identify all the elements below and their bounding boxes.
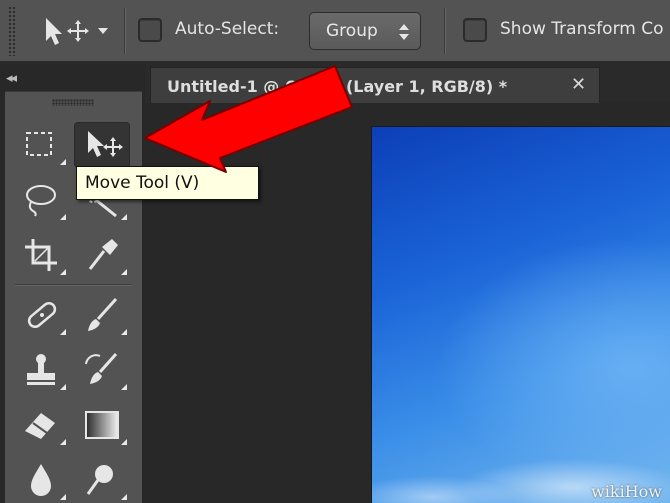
document-tab-title: Untitled-1 @ 66.7% (Layer 1, RGB/8) * [167,77,508,96]
tools-column: ◂◂ [0,63,146,503]
move-tool-icon [46,18,108,45]
move-tool-icon [88,131,123,157]
options-bar-grip[interactable] [8,6,16,56]
tool-group-indicator [60,214,66,220]
collapse-panel-icon[interactable]: ◂◂ [6,71,17,86]
tool-move[interactable] [74,122,130,168]
tool-eyedropper[interactable] [74,232,130,278]
updown-chevron-icon [399,24,409,40]
options-separator [124,8,125,54]
history-brush-icon [85,353,118,384]
healing-brush-icon [27,301,57,329]
show-transform-checkbox[interactable] [463,18,487,42]
tool-rect-marquee[interactable] [13,122,69,168]
eyedropper-icon [88,239,118,270]
tool-group-indicator [60,269,66,275]
tool-history-brush[interactable] [74,347,130,393]
tool-blur[interactable] [13,457,69,503]
eraser-icon [25,413,55,439]
tool-eraser[interactable] [13,402,69,448]
tool-group-indicator [60,329,66,335]
tool-group-indicator [121,214,127,220]
close-icon[interactable]: ✕ [571,74,586,95]
blur-icon [31,464,51,496]
tool-clone-stamp[interactable] [13,347,69,393]
document-tab-bar: Untitled-1 @ 66.7% (Layer 1, RGB/8) * ✕ [146,63,670,103]
options-bar: Auto-Select: Group Show Transform Co [0,0,670,62]
rect-marquee-icon [26,132,52,156]
tool-healing-brush[interactable] [13,292,69,338]
canvas-workspace[interactable] [146,103,670,503]
tool-group-indicator [121,439,127,445]
document-canvas-sky-image[interactable] [372,127,670,503]
tool-group-indicator [60,494,66,500]
lasso-icon [26,185,56,217]
group-select-value: Group [326,21,378,41]
tool-gradient[interactable] [74,402,130,448]
tools-panel-grip[interactable] [52,99,94,106]
chevron-down-icon [98,28,108,34]
tool-dodge[interactable] [74,457,130,503]
gradient-icon [85,411,119,439]
auto-select-label: Auto-Select: [175,19,280,39]
tools-panel [5,91,142,503]
tool-brush[interactable] [74,292,130,338]
brush-icon [88,297,118,331]
tooltip-text: Move Tool (V) [85,173,200,193]
tool-group-indicator [60,159,66,165]
document-tab[interactable]: Untitled-1 @ 66.7% (Layer 1, RGB/8) * ✕ [150,67,600,103]
options-separator [444,8,445,54]
dodge-icon [86,465,113,495]
tool-group-indicator [121,269,127,275]
auto-select-target-dropdown[interactable]: Group [309,12,421,50]
tool-group-indicator [121,329,127,335]
tool-preset-picker[interactable] [40,15,114,49]
crop-icon [25,239,57,271]
auto-select-checkbox[interactable] [138,18,162,42]
tool-lasso[interactable] [13,177,69,223]
move-tool-tooltip: Move Tool (V) [76,166,259,200]
tool-crop[interactable] [13,232,69,278]
tool-group-indicator [121,494,127,500]
tool-group-indicator [60,384,66,390]
clone-stamp-icon [27,354,55,385]
wikihow-watermark: wikiHow [591,482,662,501]
tools-separator [15,284,132,285]
tool-group-indicator [121,384,127,390]
tool-group-indicator [60,439,66,445]
show-transform-label: Show Transform Co [500,19,664,39]
